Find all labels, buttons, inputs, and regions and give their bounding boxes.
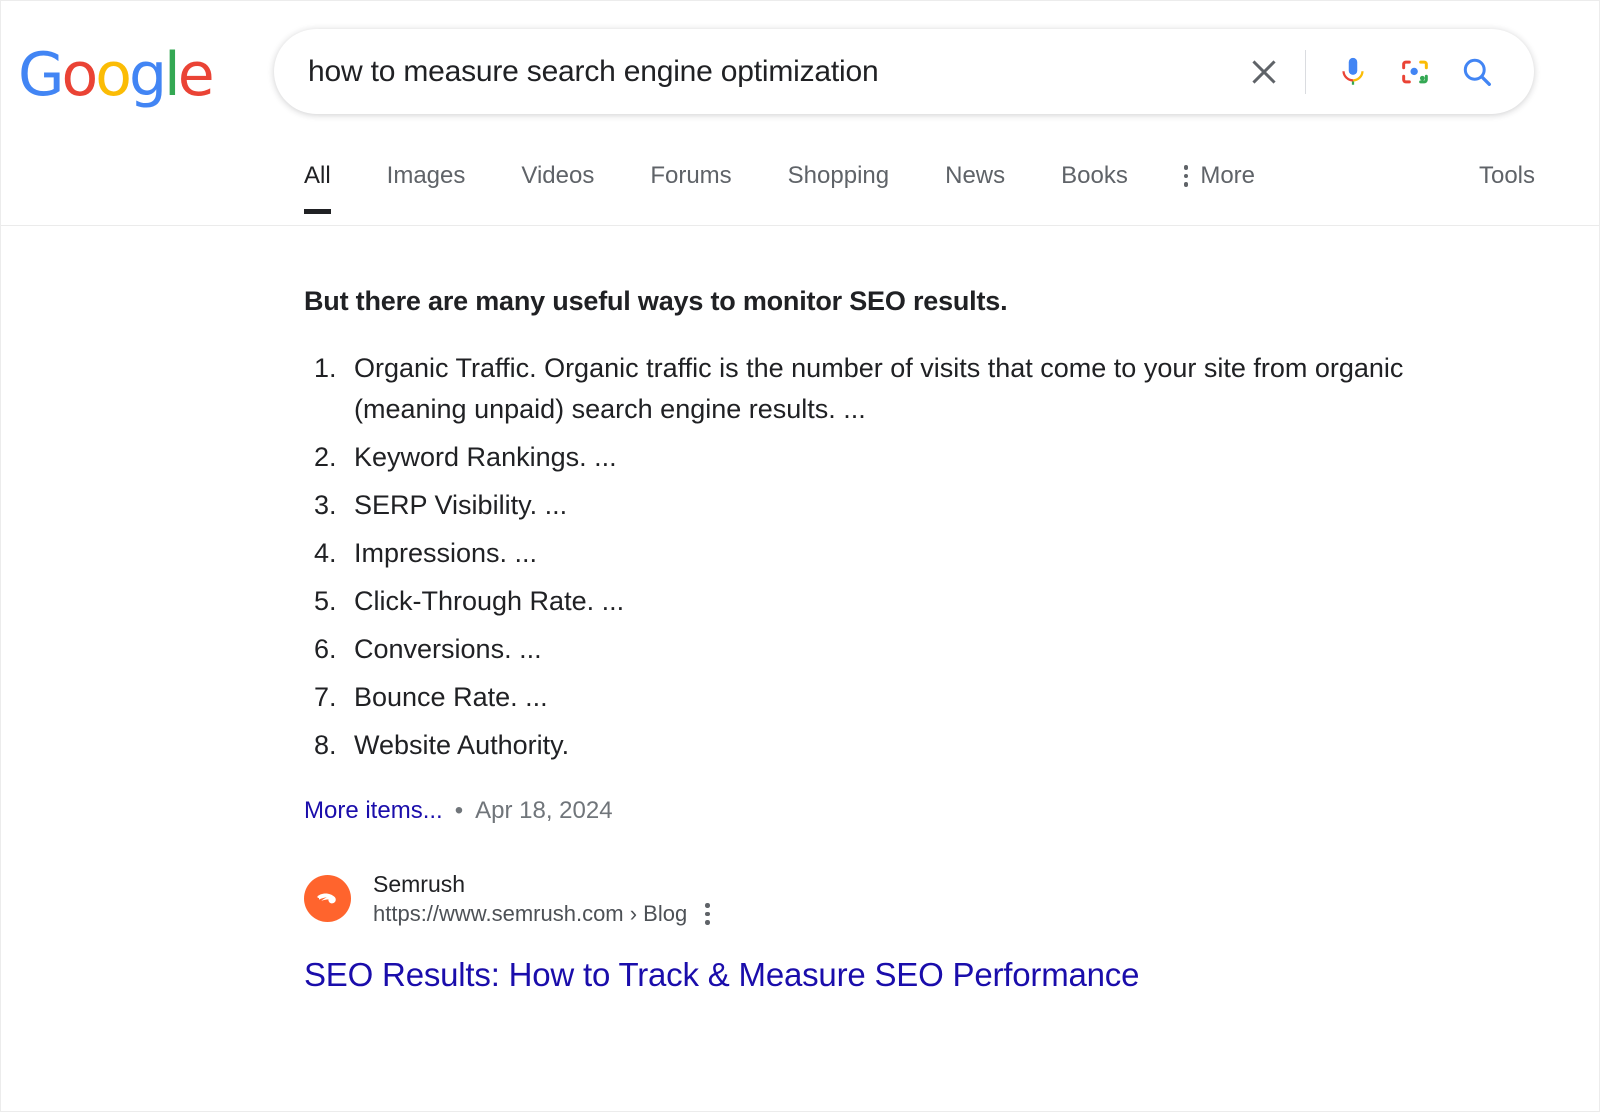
search-results-page: Google how to measure search engine opti…: [0, 0, 1600, 1112]
tab-books-label: Books: [1061, 162, 1128, 189]
search-filter-tabs: All Images Videos Forums Shopping News B…: [1, 161, 1599, 226]
tab-all-label: All: [304, 162, 331, 189]
snippet-list: Organic Traffic. Organic traffic is the …: [304, 348, 1484, 766]
tab-forums[interactable]: Forums: [650, 161, 731, 217]
list-item: Keyword Rankings. ...: [344, 437, 1464, 478]
source-url: https://www.semrush.com › Blog: [373, 901, 688, 926]
search-input[interactable]: [308, 46, 1233, 97]
meta-separator: •: [454, 797, 464, 824]
more-items-link[interactable]: More items...: [304, 796, 443, 826]
list-item: Impressions. ...: [344, 533, 1464, 574]
page-header: Google how to measure search engine opti…: [1, 1, 1599, 226]
tab-images[interactable]: Images: [387, 161, 466, 217]
snippet-heading: But there are many useful ways to monito…: [304, 286, 1008, 316]
list-item: Website Authority.: [344, 725, 1464, 766]
list-item: Conversions. ...: [344, 629, 1464, 670]
clear-icon[interactable]: [1233, 41, 1295, 103]
list-item: Organic Traffic. Organic traffic is the …: [344, 348, 1464, 430]
list-item: Click-Through Rate. ...: [344, 581, 1464, 622]
tools-button[interactable]: Tools: [1479, 161, 1535, 191]
result-overflow-menu-icon[interactable]: [705, 903, 710, 925]
list-item: Bounce Rate. ...: [344, 677, 1464, 718]
google-logo[interactable]: Google: [18, 45, 215, 105]
logo-letter-l: l: [164, 40, 181, 110]
search-box-divider: [1305, 49, 1306, 94]
tab-news[interactable]: News: [945, 161, 1005, 217]
logo-letter-o2: o: [95, 40, 132, 110]
tab-all[interactable]: All: [304, 161, 331, 217]
logo-letter-o1: o: [61, 40, 99, 110]
featured-snippet: But there are many useful ways to monito…: [304, 284, 1484, 996]
more-vertical-dots-icon: [1183, 165, 1189, 187]
tab-images-label: Images: [386, 162, 466, 189]
tabs-group: All Images Videos Forums Shopping News B…: [304, 161, 1255, 217]
logo-letter-g1: G: [18, 40, 64, 110]
lens-camera-icon[interactable]: [1384, 41, 1446, 103]
tab-more[interactable]: More: [1183, 161, 1256, 217]
tab-books[interactable]: Books: [1061, 161, 1128, 217]
tab-news-label: News: [945, 162, 1006, 189]
semrush-favicon-icon: [304, 875, 351, 922]
tab-shopping-label: Shopping: [787, 162, 890, 189]
tab-shopping[interactable]: Shopping: [788, 161, 889, 217]
microphone-icon[interactable]: [1322, 41, 1384, 103]
logo-letter-g2: g: [128, 40, 167, 110]
source-site-name: Semrush: [373, 871, 466, 897]
search-submit-icon[interactable]: [1446, 41, 1508, 103]
tab-videos-label: Videos: [521, 162, 595, 189]
tab-videos[interactable]: Videos: [521, 161, 594, 217]
search-box[interactable]: [274, 29, 1534, 114]
logo-letter-e: e: [177, 40, 215, 110]
snippet-date: Apr 18, 2024: [475, 797, 613, 824]
source-text-block: Semrush https://www.semrush.com › Blog: [373, 870, 710, 927]
source-url-row: https://www.semrush.com › Blog: [373, 901, 710, 927]
snippet-meta-row: More items... • Apr 18, 2024: [304, 796, 1484, 826]
search-box-actions: [1233, 41, 1508, 103]
tab-forums-label: Forums: [650, 162, 732, 189]
result-source[interactable]: Semrush https://www.semrush.com › Blog: [304, 870, 1484, 927]
tab-more-label: More: [1200, 162, 1256, 189]
result-title-link[interactable]: SEO Results: How to Track & Measure SEO …: [304, 954, 1484, 996]
list-item: SERP Visibility. ...: [344, 485, 1464, 526]
